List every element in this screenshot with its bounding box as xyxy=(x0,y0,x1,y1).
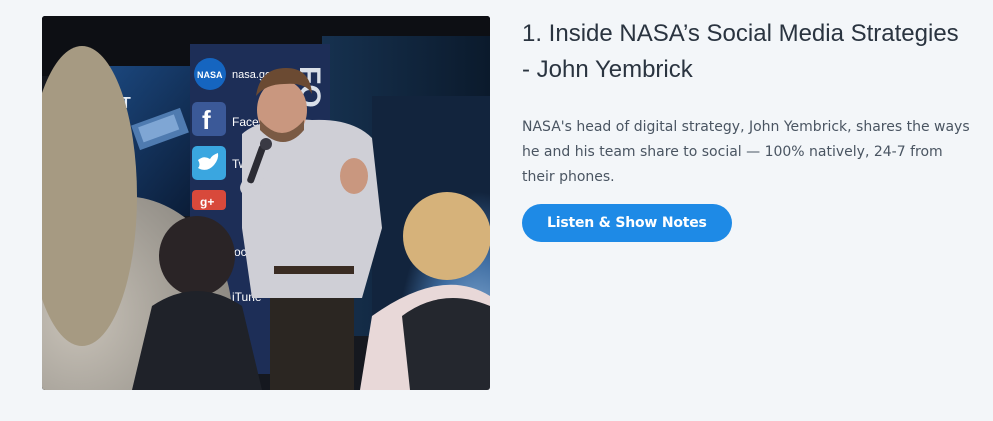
episode-title[interactable]: 1. Inside NASA’s Social Media Strategies… xyxy=(522,16,972,88)
nasa-logo-text: NASA xyxy=(197,70,223,80)
episode-photo[interactable]: SAT LG NASA nasa.gov FO f Face Tw g+ oc … xyxy=(42,16,490,390)
episode-description: NASA's head of digital strategy, John Ye… xyxy=(522,119,970,185)
svg-text:g+: g+ xyxy=(200,195,214,209)
listen-show-notes-button[interactable]: Listen & Show Notes xyxy=(522,204,732,242)
svg-text:f: f xyxy=(202,105,211,135)
episode-details: 1. Inside NASA’s Social Media Strategies… xyxy=(522,16,972,242)
